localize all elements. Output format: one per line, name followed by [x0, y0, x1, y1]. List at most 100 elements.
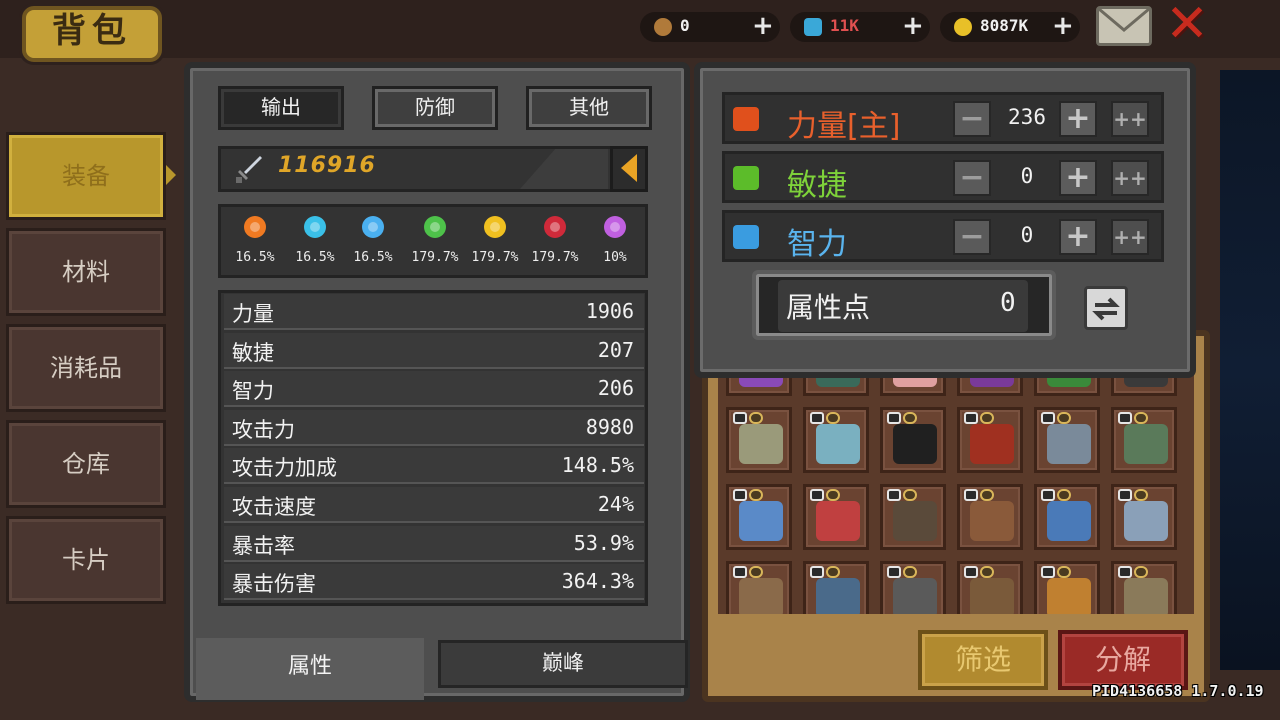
add-gold-button[interactable]: +	[1052, 12, 1074, 40]
tab-attributes[interactable]: 属性	[196, 638, 424, 700]
attribute-row: 暴击伤害 364.3%	[224, 564, 644, 601]
allocation-row: 智力 −0 + ++	[722, 210, 1164, 262]
inventory-slot[interactable]	[1111, 484, 1177, 550]
inventory-slot[interactable]	[726, 561, 792, 614]
element-bonus-value: 16.5%	[353, 250, 393, 265]
inventory-slot[interactable]	[957, 407, 1023, 473]
lock-icon	[1041, 489, 1055, 501]
sword-icon	[236, 156, 262, 183]
decompose-button[interactable]: 分解	[1058, 630, 1188, 690]
attribute-name: 力量	[232, 302, 274, 326]
equipment-item-icon	[739, 501, 783, 541]
equipment-item-icon	[970, 501, 1014, 541]
inventory-slot[interactable]	[880, 407, 946, 473]
inventory-slot[interactable]	[957, 484, 1023, 550]
allocation-attribute-name: 力量[主]	[787, 109, 901, 144]
lock-icon	[964, 566, 978, 578]
currency-gems-value: 11K	[830, 16, 859, 35]
inventory-slot[interactable]	[803, 484, 869, 550]
inventory-slot[interactable]	[1111, 407, 1177, 473]
tab-output[interactable]: 输出	[218, 86, 344, 130]
inventory-slot[interactable]	[1034, 484, 1100, 550]
filter-button[interactable]: 筛选	[918, 630, 1048, 690]
nav-item-equipment[interactable]: 装备	[6, 132, 166, 220]
increase-attribute-button[interactable]: +	[1059, 160, 1097, 196]
element-bonus-value: 16.5%	[235, 250, 275, 265]
reset-points-button[interactable]	[1084, 286, 1128, 330]
refresh-icon	[1092, 297, 1120, 321]
equipped-marker-icon	[980, 489, 994, 501]
inventory-slot[interactable]	[880, 484, 946, 550]
inventory-slot[interactable]	[726, 484, 792, 550]
attribute-name: 智力	[232, 379, 274, 404]
attribute-value: 148.5%	[561, 453, 634, 478]
equipped-marker-icon	[903, 489, 917, 501]
attribute-name: 敏捷	[232, 340, 274, 365]
inventory-slot[interactable]	[1034, 561, 1100, 614]
equipped-marker-icon	[826, 489, 840, 501]
attribute-row: 力量 1906	[224, 294, 644, 330]
element-bonus-value: 179.7%	[411, 250, 459, 265]
add-keys-button[interactable]: +	[752, 12, 774, 40]
equipment-item-icon	[1124, 578, 1168, 614]
attribute-name: 攻击力加成	[232, 456, 337, 481]
equipment-item-icon	[893, 501, 937, 541]
currency-gold: 8087K +	[940, 12, 1080, 42]
attribute-row: 攻击力 8980	[224, 409, 644, 446]
attribute-row: 智力 206	[224, 371, 644, 408]
attribute-row: 攻击速度 24%	[224, 487, 644, 523]
decrease-attribute-button[interactable]: −	[953, 160, 991, 196]
page-title: 背包	[52, 11, 132, 51]
inventory-slot[interactable]	[1111, 561, 1177, 614]
decrease-attribute-button[interactable]: −	[953, 101, 991, 137]
nav-item-consumables[interactable]: 消耗品	[6, 324, 166, 412]
nav-item-cards[interactable]: 卡片	[6, 516, 166, 604]
inventory-slot[interactable]	[1034, 407, 1100, 473]
allocation-attribute-name: 智力	[787, 227, 847, 262]
equipment-item-icon	[1124, 501, 1168, 541]
nav-active-arrow	[166, 165, 176, 185]
inventory-grid	[718, 360, 1194, 614]
allocation-attribute-name: 敏捷	[787, 168, 847, 203]
equipment-item-icon	[893, 578, 937, 614]
allocation-row: 力量[主] −236 + ++	[722, 92, 1164, 144]
inventory-slot[interactable]	[880, 561, 946, 614]
allocated-points-value: 0	[1020, 164, 1034, 188]
equipped-marker-icon	[903, 412, 917, 424]
equipped-marker-icon	[1134, 412, 1148, 424]
decrease-attribute-button[interactable]: −	[953, 219, 991, 255]
key-icon	[654, 18, 672, 36]
lock-icon	[964, 489, 978, 501]
attribute-value: 24%	[597, 492, 634, 516]
lightning-icon	[356, 210, 390, 244]
tab-defense[interactable]: 防御	[372, 86, 498, 130]
inventory-slot[interactable]	[803, 561, 869, 614]
equipped-marker-icon	[980, 566, 994, 578]
equipment-item-icon	[1047, 424, 1091, 464]
attribute-row: 敏捷 207	[224, 332, 644, 369]
light-sun-icon	[478, 210, 512, 244]
lock-icon	[964, 412, 978, 424]
equipment-item-icon	[970, 424, 1014, 464]
lock-icon	[1118, 412, 1132, 424]
nav-item-warehouse[interactable]: 仓库	[6, 420, 166, 508]
increase-attribute-button[interactable]: +	[1059, 101, 1097, 137]
inventory-slot[interactable]	[957, 561, 1023, 614]
inventory-slot[interactable]	[803, 407, 869, 473]
tab-other[interactable]: 其他	[526, 86, 652, 130]
increase-attribute-max-button[interactable]: ++	[1111, 219, 1149, 255]
add-gems-button[interactable]: +	[902, 12, 924, 40]
allocated-points-value: 236	[1008, 105, 1046, 129]
nav-item-materials[interactable]: 材料	[6, 228, 166, 316]
increase-attribute-max-button[interactable]: ++	[1111, 101, 1149, 137]
equipped-marker-icon	[1057, 489, 1071, 501]
intellect-book-icon	[733, 225, 759, 249]
close-icon[interactable]: ✕	[1162, 0, 1212, 50]
tab-paragon[interactable]: 巅峰	[438, 640, 688, 688]
inventory-slot[interactable]	[726, 407, 792, 473]
increase-attribute-button[interactable]: +	[1059, 219, 1097, 255]
arcane-star-icon	[598, 210, 632, 244]
currency-gems: 11K +	[790, 12, 930, 42]
increase-attribute-max-button[interactable]: ++	[1111, 160, 1149, 196]
agility-boot-icon	[733, 166, 759, 190]
